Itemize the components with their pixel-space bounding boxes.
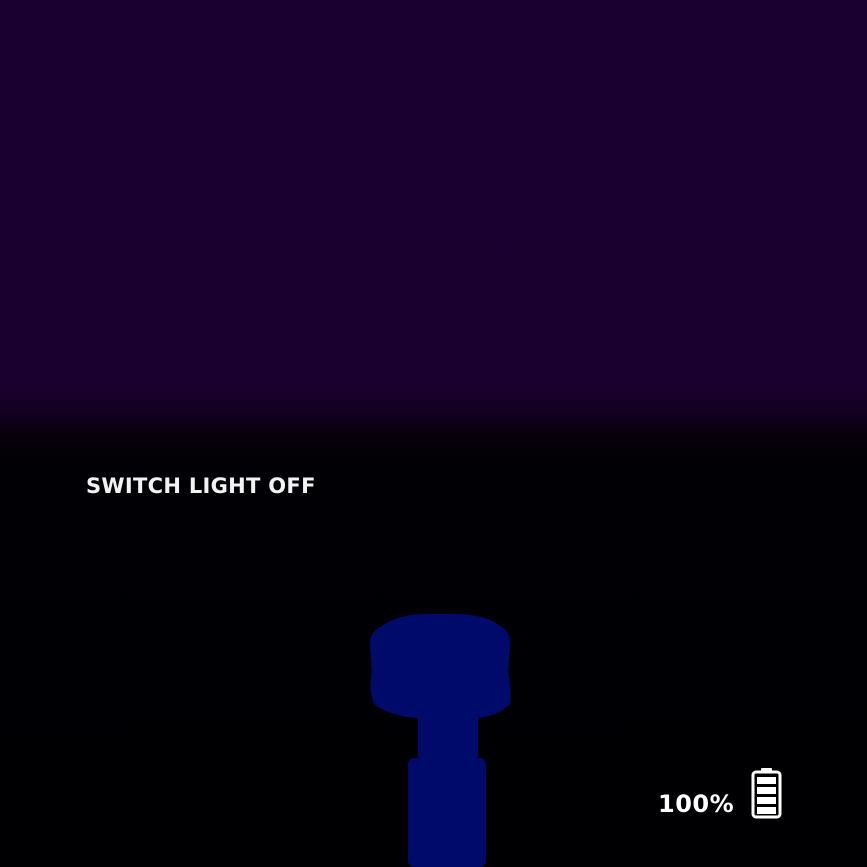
- battery-percent: 100%: [658, 790, 735, 818]
- flashlight-icon[interactable]: [360, 608, 520, 867]
- battery-segment: [757, 797, 776, 804]
- battery-segment: [757, 807, 776, 814]
- battery-segment: [757, 787, 776, 794]
- flashlight-handle: [408, 758, 486, 867]
- battery-full-icon: [751, 768, 782, 819]
- game-scene: SWITCH LIGHT OFF 100%: [0, 0, 867, 867]
- battery-segment: [757, 777, 776, 784]
- switch-light-prompt[interactable]: SWITCH LIGHT OFF: [86, 474, 316, 498]
- flashlight-head: [369, 613, 511, 718]
